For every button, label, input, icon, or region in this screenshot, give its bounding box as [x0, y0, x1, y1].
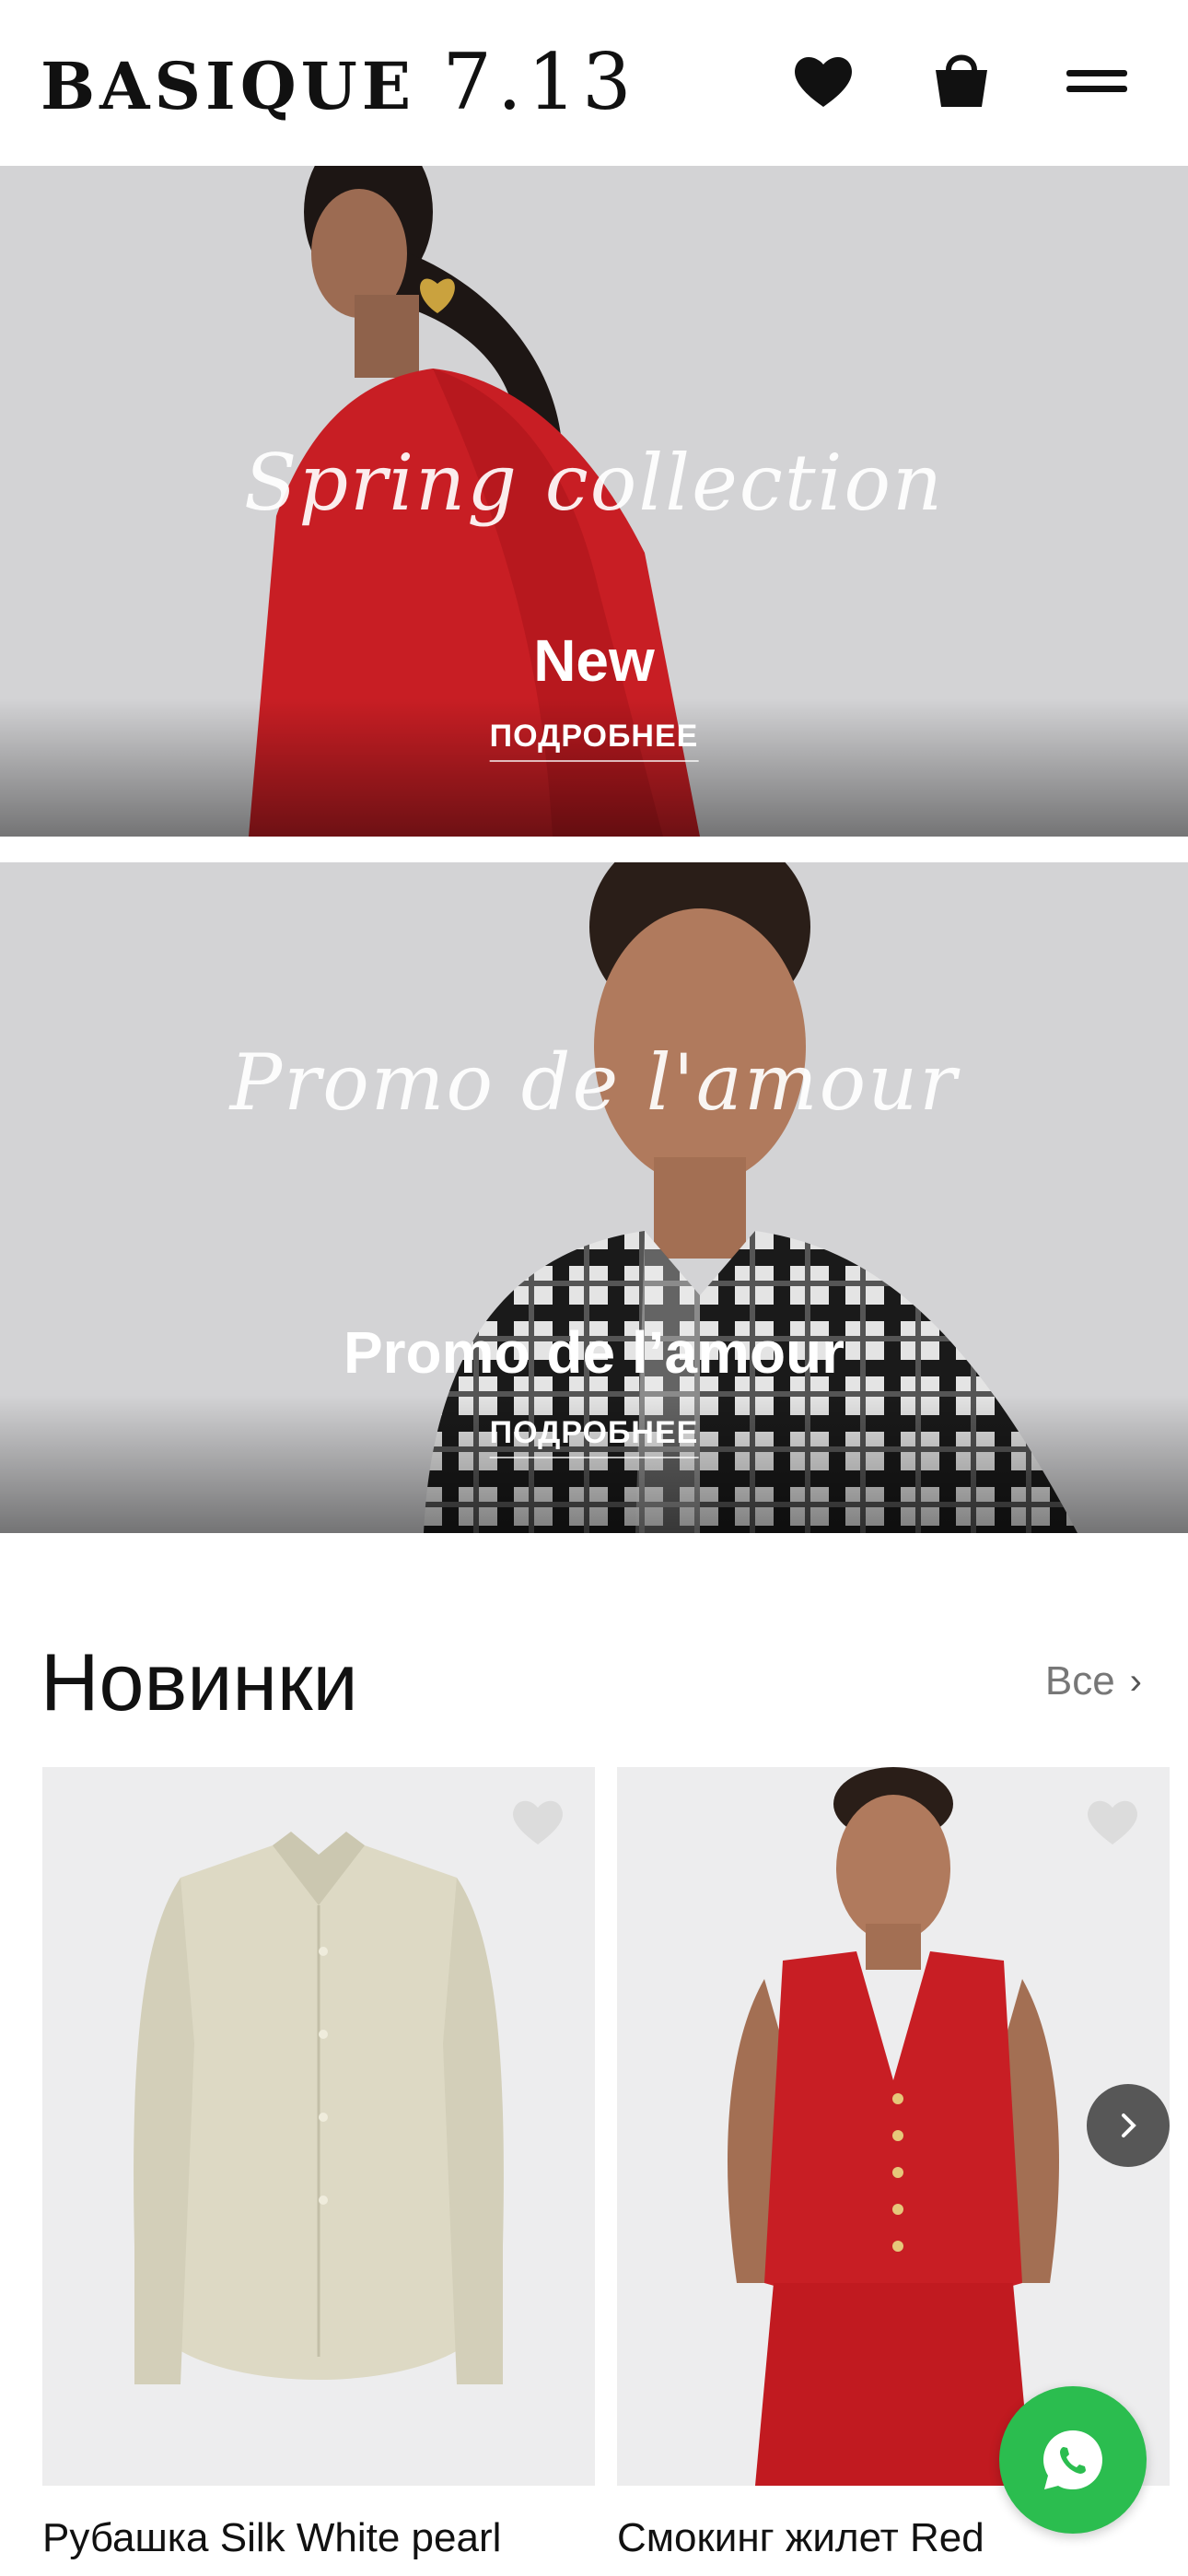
banner-title: New: [533, 627, 655, 694]
section-title: Новинки: [41, 1636, 358, 1727]
banner-script-text: Promo de l'amour: [229, 1037, 959, 1128]
chevron-right-icon: ›: [1129, 1660, 1142, 1702]
banner-more-link[interactable]: ПОДРОБНЕЕ: [489, 719, 699, 762]
logo-word: BASIQUE: [41, 48, 416, 124]
product-name[interactable]: Смокинг жилет Red: [617, 2515, 984, 2561]
banner-promo-de-lamour[interactable]: Promo de l'amour Promo de l’amour ПОДРОБ…: [0, 862, 1188, 1533]
banner-title: Promo de l’amour: [343, 1319, 845, 1386]
banner-spring-collection[interactable]: Spring collection New ПОДРОБНЕЕ: [0, 166, 1188, 837]
whatsapp-icon: [1043, 2430, 1102, 2489]
header: BASIQUE 7.13: [0, 0, 1188, 166]
heart-icon[interactable]: [786, 44, 860, 118]
shopping-bag-icon[interactable]: [925, 44, 998, 118]
favorite-heart-icon[interactable]: [1083, 1795, 1142, 1848]
whatsapp-button[interactable]: [999, 2386, 1147, 2534]
view-all-label: Все: [1044, 1658, 1115, 1704]
logo[interactable]: BASIQUE 7.13: [41, 37, 637, 127]
favorite-heart-icon[interactable]: [508, 1795, 567, 1848]
chevron-right-icon: [1122, 2113, 1136, 2137]
product-name[interactable]: Рубашка Silk White pearl: [42, 2515, 501, 2561]
banner-more-link[interactable]: ПОДРОБНЕЕ: [489, 1415, 699, 1458]
product-image: [134, 1832, 504, 2384]
banner-script-text: Spring collection: [243, 438, 945, 528]
menu-icon[interactable]: [1061, 44, 1135, 118]
view-all-link[interactable]: Все ›: [1045, 1658, 1142, 1704]
product-card[interactable]: [42, 1767, 595, 2486]
logo-number: 7.13: [442, 37, 637, 127]
carousel-next-button[interactable]: [1087, 2084, 1170, 2167]
